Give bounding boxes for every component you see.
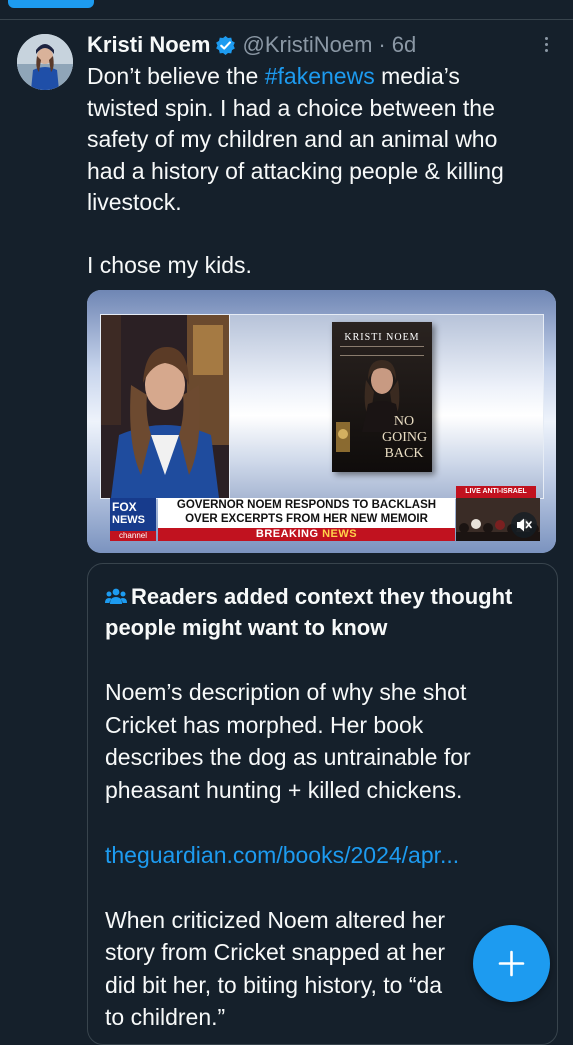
chyron-headline: GOVERNOR NOEM RESPONDS TO BACKLASH OVER …: [158, 498, 455, 528]
live-label: LIVE ANTI-ISRAEL PROTESTS: [456, 486, 536, 507]
author-name[interactable]: Kristi Noem: [87, 32, 210, 58]
note-line: Noem’s description of why she shot: [105, 679, 467, 705]
headline-line: GOVERNOR NOEM RESPONDS TO BACKLASH: [176, 499, 437, 511]
book-title: NO GOING BACK: [382, 414, 428, 462]
breaking-news-banner: BREAKING NEWS: [158, 528, 455, 541]
tweet-line: safety of my children and an animal who: [87, 126, 498, 152]
speaker-muted-icon[interactable]: [511, 512, 537, 538]
time-separator: ·: [378, 32, 386, 57]
compose-button[interactable]: [473, 925, 550, 1002]
hashtag-link[interactable]: #fakenews: [265, 63, 375, 89]
top-divider: [0, 19, 573, 20]
tweet-timestamp[interactable]: 6d: [392, 32, 416, 58]
community-note-header[interactable]: Readers added context they thought peopl…: [105, 581, 550, 643]
author-handle[interactable]: @KristiNoem: [242, 32, 372, 58]
note-line: describes the dog as untrainable for: [105, 744, 471, 770]
book-cover: KRISTI NOEM NO GOING BACK: [332, 322, 432, 472]
community-note-title: Readers added context they thought peopl…: [105, 584, 513, 640]
note-line: Cricket has morphed. Her book: [105, 711, 424, 738]
verified-badge-icon: [216, 35, 236, 55]
text-segment: Don’t believe the: [87, 63, 259, 89]
tweet-line: had a history of attacking people & kill…: [87, 157, 504, 184]
tweet-text: Don’t believe the #fakenews media’s twis…: [87, 61, 557, 282]
logo-line: FOX: [112, 500, 137, 514]
note-line: to children.”: [105, 1004, 226, 1030]
text-segment: media’s: [381, 63, 460, 89]
plus-icon: [498, 950, 525, 977]
logo-line: channel: [110, 531, 156, 541]
book-title-line: BACK: [384, 446, 424, 461]
headline-line: OVER EXCERPTS FROM HER NEW MEMOIR: [185, 513, 428, 525]
author-avatar[interactable]: [17, 34, 73, 90]
news-label: NEWS: [322, 528, 358, 540]
people-icon: [105, 588, 127, 604]
anchor-video-inset: [100, 314, 231, 499]
tweet-line: twisted spin. I had a choice between the: [87, 94, 495, 121]
logo-line: NEWS: [112, 514, 145, 526]
note-line: When criticized Noem altered her: [105, 906, 446, 933]
network-logo: FOX NEWS channel: [110, 498, 156, 541]
note-line: pheasant hunting + killed chickens.: [105, 776, 463, 803]
top-bar: [0, 0, 573, 20]
tweet-line: livestock.: [87, 189, 182, 215]
top-tab-indicator[interactable]: [8, 0, 94, 8]
tweet-line: Don’t believe the #fakenews media’s: [87, 61, 557, 93]
tweet-header: Kristi Noem @KristiNoem · 6d: [87, 30, 416, 60]
news-chyron: FOX NEWS channel GOVERNOR NOEM RESPONDS …: [110, 486, 540, 541]
more-options-icon[interactable]: [536, 34, 556, 60]
book-title-line: GOING: [382, 430, 428, 445]
note-source-link[interactable]: theguardian.com/books/2024/apr...: [105, 839, 545, 872]
breaking-label: BREAKING: [255, 528, 319, 540]
tweet-line: I chose my kids.: [87, 252, 252, 278]
tweet-media-image[interactable]: KRISTI NOEM NO GOING BACK FOX NEWS chann…: [87, 290, 556, 553]
anchor-figure: [101, 315, 230, 498]
book-title-line: NO: [393, 414, 415, 429]
